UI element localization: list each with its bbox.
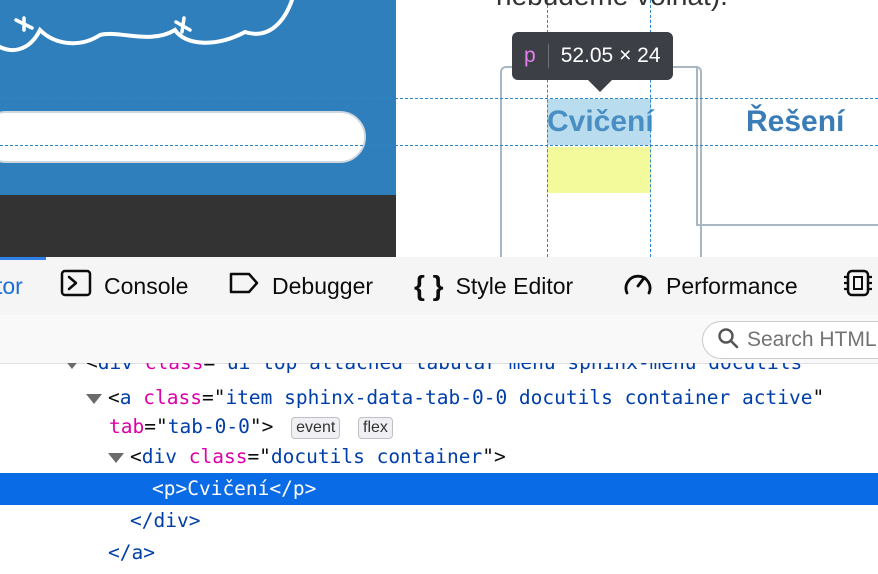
flex-badge[interactable]: flex xyxy=(358,416,393,439)
markup-node-div-menu[interactable]: <div class="ui top attached tabular menu… xyxy=(64,363,814,379)
tab-debugger[interactable]: Debugger xyxy=(228,257,373,315)
search-html-input[interactable] xyxy=(739,327,878,353)
tab-inspector[interactable]: tor xyxy=(0,257,23,315)
tab-console-label: Console xyxy=(104,272,189,299)
tab-container-right xyxy=(696,66,878,226)
markup-node-a-attrs[interactable]: tab="tab-0-0"> event flex xyxy=(109,411,393,443)
markup-node-a[interactable]: <a class="item sphinx-data-tab-0-0 docut… xyxy=(86,382,824,414)
expand-toggle-icon[interactable] xyxy=(64,363,80,369)
tab-style-editor[interactable]: { } Style Editor xyxy=(414,257,573,315)
tab-solution[interactable]: Řešení xyxy=(746,99,844,145)
gauge-icon xyxy=(622,269,654,303)
tab-inspector-label: tor xyxy=(0,272,23,299)
console-icon xyxy=(60,269,92,303)
expand-toggle-icon[interactable] xyxy=(86,393,102,404)
devtools-tab-bar: tor Console Debugger { } Style Editor Pe… xyxy=(0,257,878,316)
tab-console[interactable]: Console xyxy=(60,257,188,315)
tab-exercise[interactable]: Cvičení xyxy=(547,99,654,145)
guide-line-bottom xyxy=(0,145,878,146)
devtools-panel: tor Console Debugger { } Style Editor Pe… xyxy=(0,257,878,574)
guide-line-top xyxy=(0,98,878,99)
search-html-box[interactable] xyxy=(702,321,878,359)
tab-style-editor-label: Style Editor xyxy=(455,272,574,299)
tab-performance[interactable]: Performance xyxy=(622,257,798,315)
tooltip-tag: p xyxy=(524,44,549,68)
tab-memory[interactable] xyxy=(842,257,878,315)
markup-node-a-close[interactable]: </a> xyxy=(108,537,155,569)
tooltip-arrow xyxy=(588,80,612,92)
markup-node-p-selected[interactable]: <p>Cvičení</p> xyxy=(0,473,878,505)
page-preview: nebudeme volnat). Cvičení Řešení p 52.05… xyxy=(0,0,878,257)
paragraph-text: nebudeme volnat). xyxy=(496,0,728,12)
dark-footer-strip xyxy=(0,195,396,257)
page-search-input[interactable] xyxy=(0,111,366,163)
debugger-icon xyxy=(228,269,260,303)
markup-node-div-container[interactable]: <div class="docutils container"> xyxy=(108,441,506,473)
tooltip-dimensions: 52.05 × 24 xyxy=(560,44,661,67)
braces-icon: { } xyxy=(414,270,444,301)
tab-debugger-label: Debugger xyxy=(272,272,374,299)
markup-view: <div class="ui top attached tabular menu… xyxy=(0,363,878,574)
event-badge[interactable]: event xyxy=(291,416,341,439)
markup-node-div-close[interactable]: </div> xyxy=(130,505,200,537)
search-icon xyxy=(717,327,739,354)
padding-highlight xyxy=(547,147,651,193)
element-size-tooltip: p 52.05 × 24 xyxy=(512,32,673,80)
doodle-illustration xyxy=(0,0,294,52)
tab-performance-label: Performance xyxy=(666,272,798,299)
inspector-toolbar xyxy=(0,315,878,364)
memory-chip-icon xyxy=(842,268,874,304)
expand-toggle-icon[interactable] xyxy=(108,452,124,463)
